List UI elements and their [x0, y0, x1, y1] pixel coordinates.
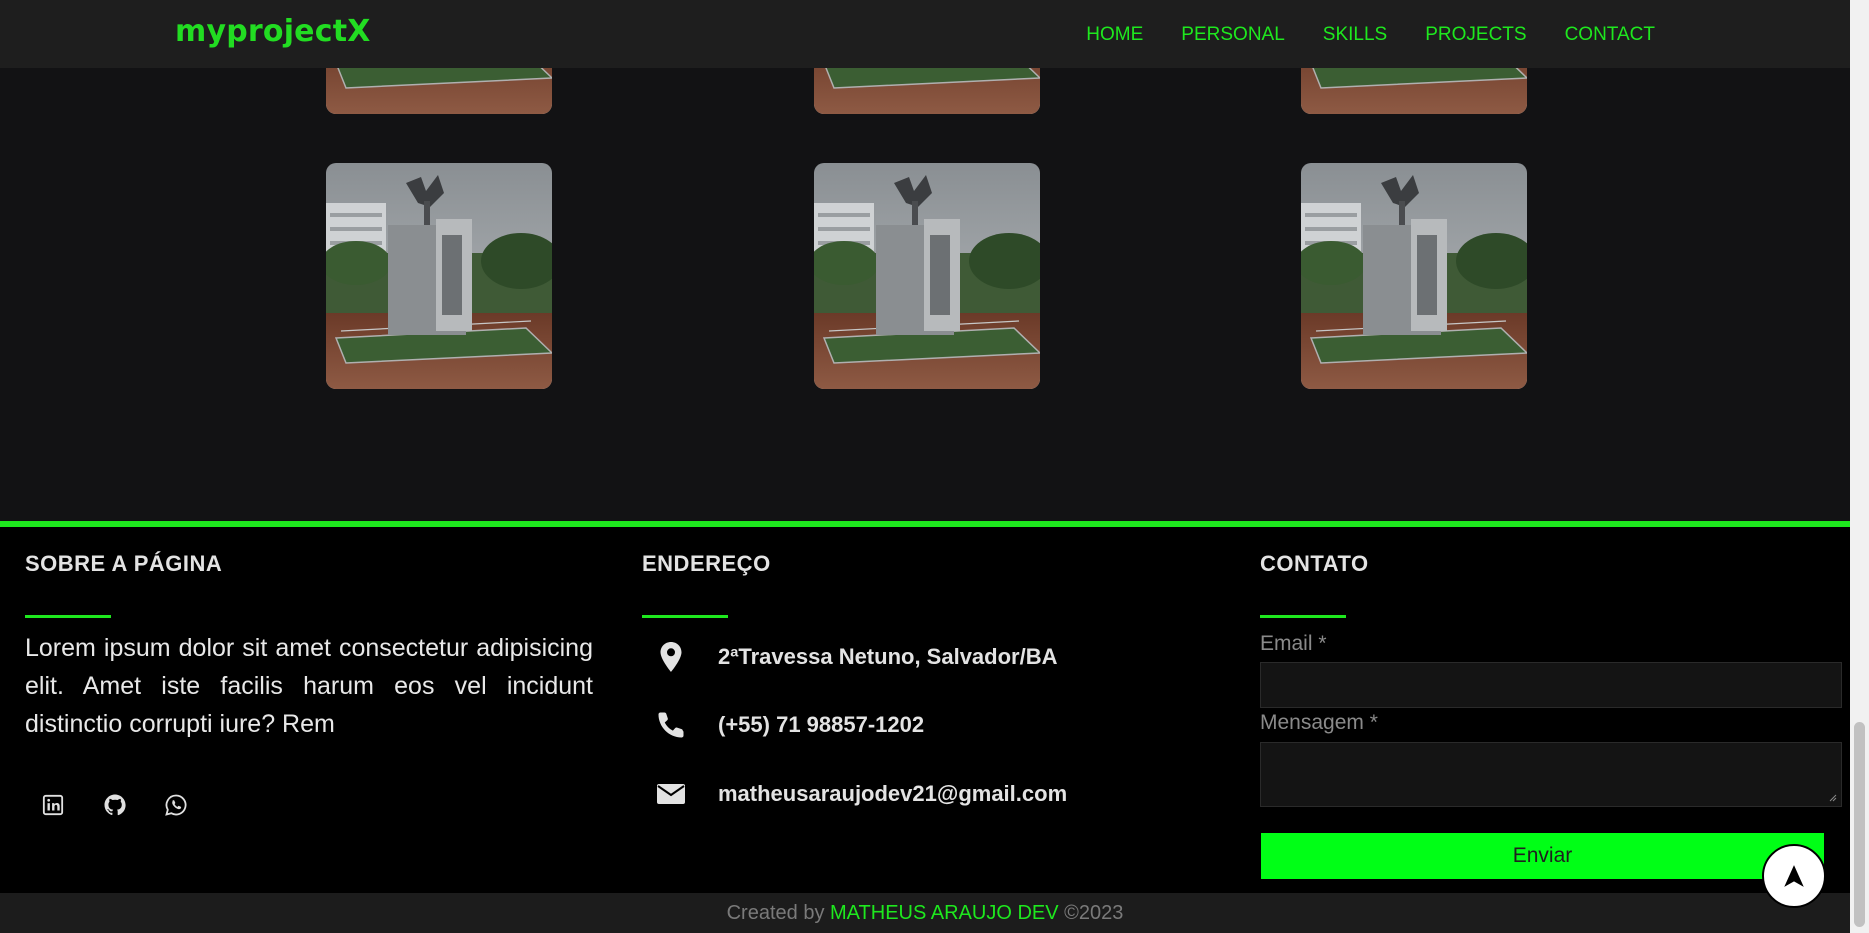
contact-title: CONTATO [1260, 551, 1369, 576]
message-textarea[interactable] [1260, 742, 1842, 807]
projects-gallery [0, 0, 1850, 522]
project-image[interactable] [814, 163, 1040, 389]
whatsapp-icon[interactable] [156, 785, 196, 825]
arrow-up-icon [1784, 865, 1804, 887]
email-input[interactable] [1260, 662, 1842, 708]
phone-text: (+55) 71 98857-1202 [718, 712, 925, 737]
about-title: SOBRE A PÁGINA [25, 551, 223, 576]
project-image[interactable] [326, 163, 552, 389]
copyright-prefix: Created by [726, 902, 825, 924]
envelope-icon [654, 777, 688, 811]
address-underline [642, 615, 728, 618]
scrollbar-thumb[interactable] [1854, 722, 1865, 927]
github-icon[interactable] [95, 785, 135, 825]
email-row: matheusaraujodev21@gmail.com [654, 777, 1067, 811]
site-logo[interactable]: myprojectX [175, 14, 371, 49]
linkedin-icon[interactable] [33, 785, 73, 825]
email-label: Email * [1260, 632, 1327, 655]
nav-projects[interactable]: PROJECTS [1425, 24, 1526, 46]
address-title: ENDEREÇO [642, 551, 771, 576]
send-button[interactable]: Enviar [1261, 833, 1824, 879]
copyright-bar: Created by MATHEUS ARAUJO DEV ©2023 [0, 893, 1850, 933]
map-pin-icon [654, 640, 688, 674]
about-text: Lorem ipsum dolor sit amet consectetur a… [25, 634, 593, 738]
nav-skills[interactable]: SKILLS [1323, 24, 1387, 46]
phone-icon [654, 708, 688, 742]
phone-row: (+55) 71 98857-1202 [654, 708, 924, 742]
project-image[interactable] [1301, 163, 1527, 389]
resize-grip-icon[interactable] [1827, 792, 1837, 802]
email-text[interactable]: matheusaraujodev21@gmail.com [718, 781, 1067, 807]
main-nav: HOME PERSONAL SKILLS PROJECTS CONTACT [1086, 24, 1655, 46]
copyright-year: ©2023 [1064, 902, 1124, 924]
location-text: 2ªTravessa Netuno, Salvador/BA [718, 644, 1058, 669]
site-header: myprojectX HOME PERSONAL SKILLS PROJECTS… [0, 0, 1850, 68]
copyright-author[interactable]: MATHEUS ARAUJO DEV [830, 902, 1059, 924]
nav-home[interactable]: HOME [1086, 24, 1143, 46]
location-row: 2ªTravessa Netuno, Salvador/BA [654, 640, 1058, 674]
contact-underline [1260, 615, 1346, 618]
message-label: Mensagem * [1260, 711, 1378, 734]
nav-contact[interactable]: CONTACT [1565, 24, 1655, 46]
nav-personal[interactable]: PERSONAL [1181, 24, 1284, 46]
scroll-to-top-button[interactable] [1762, 844, 1826, 908]
about-underline [25, 615, 111, 618]
